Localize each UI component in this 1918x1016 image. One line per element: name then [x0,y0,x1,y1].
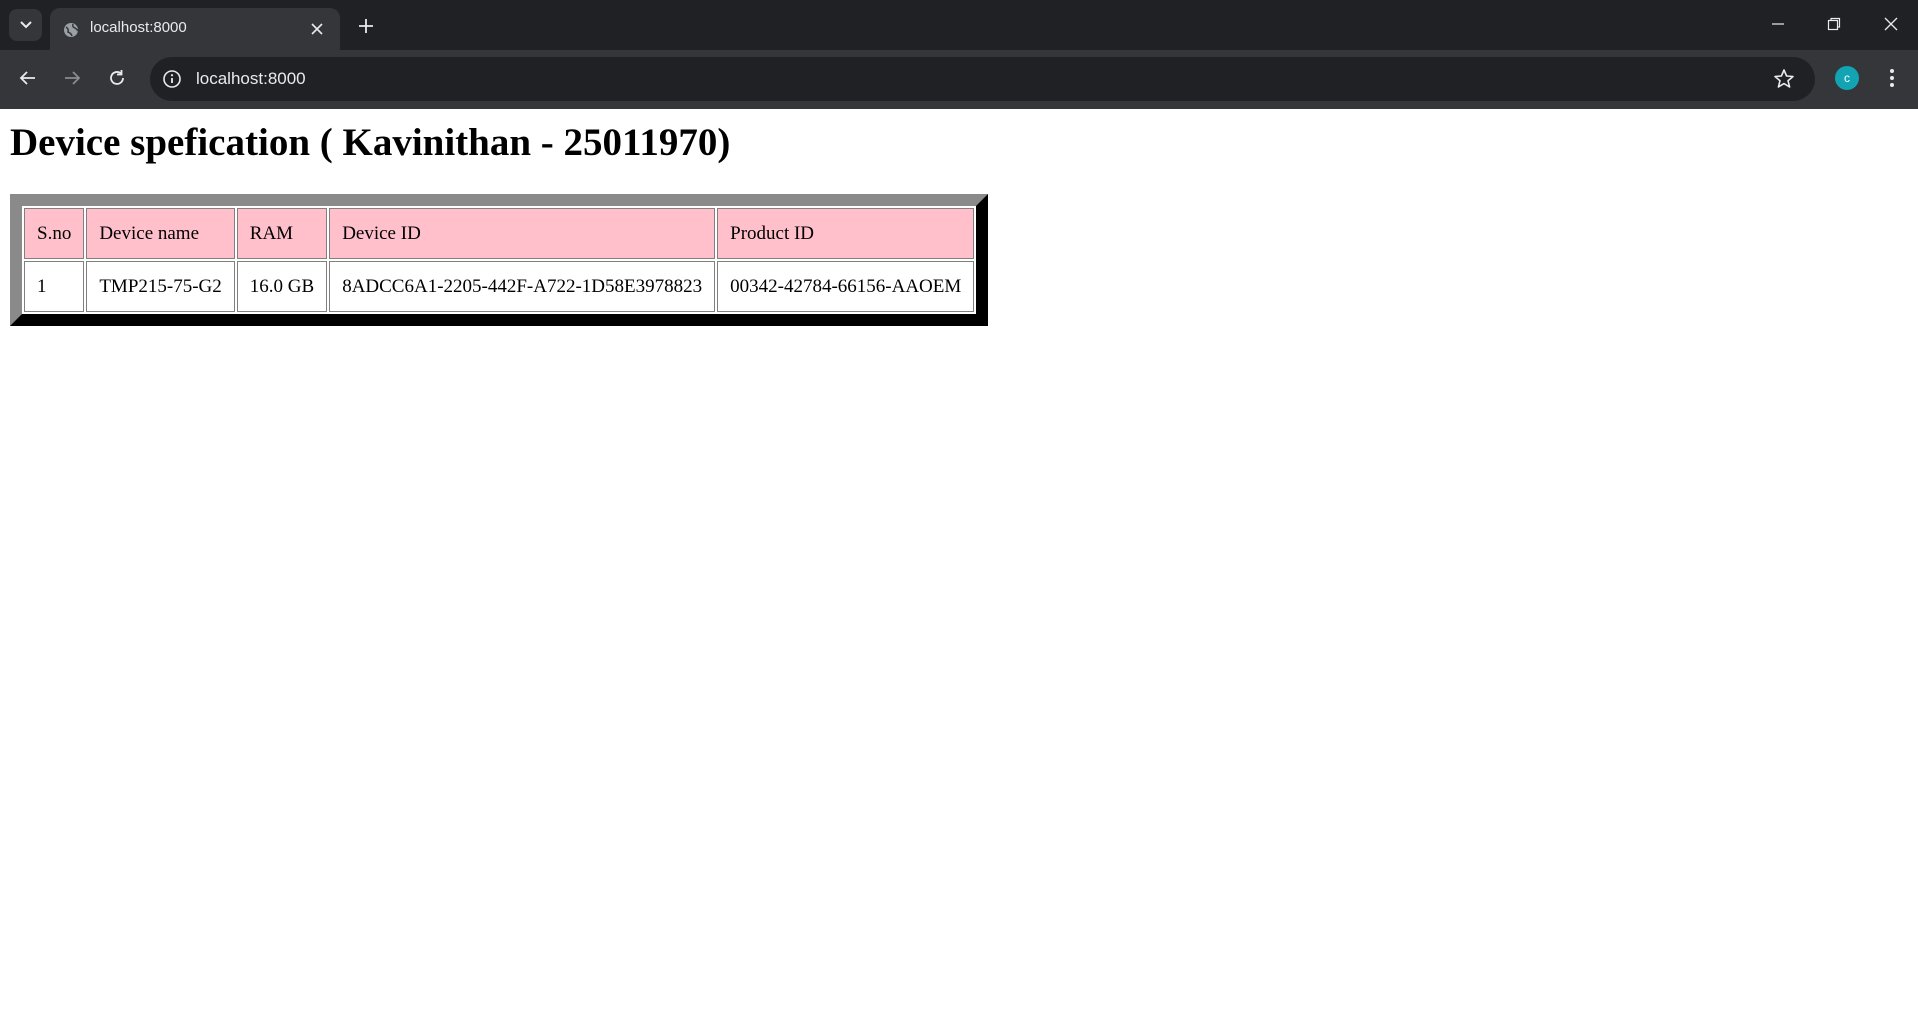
close-icon [311,23,323,35]
arrow-left-icon [19,71,35,85]
browser-toolbar: localhost:8000 c [0,50,1918,109]
cell-device-id: 8ADCC6A1-2205-442F-A722-1D58E3978823 [329,261,716,312]
tab-strip: localhost:8000 [0,0,1918,50]
more-vertical-icon [1890,69,1894,87]
tab-search-button[interactable] [9,9,42,41]
restore-button[interactable] [1819,12,1849,36]
device-spec-table: S.no Device name RAM Device ID Product I… [10,194,989,326]
close-icon [1884,17,1898,31]
header-product-id: Product ID [717,208,975,259]
arrow-right-icon [65,71,81,85]
plus-icon [359,19,373,33]
table-header-row: S.no Device name RAM Device ID Product I… [24,208,975,259]
browser-chrome: localhost:8000 localhost:8000 c [0,0,1918,109]
close-window-button[interactable] [1876,12,1906,36]
info-icon[interactable] [162,69,182,89]
chevron-down-icon [19,21,32,29]
tab-title: localhost:8000 [90,19,187,36]
new-tab-button[interactable] [354,15,378,37]
browser-menu-button[interactable] [1882,65,1902,91]
star-icon[interactable] [1772,67,1796,91]
header-sno: S.no [24,208,85,259]
tab-localhost[interactable]: localhost:8000 [50,8,340,50]
back-button[interactable] [13,63,43,93]
tab-close-button[interactable] [308,20,326,38]
forward-button[interactable] [57,63,87,93]
address-bar[interactable]: localhost:8000 [150,57,1815,101]
profile-avatar[interactable]: c [1835,66,1859,90]
header-device-name: Device name [86,208,235,259]
cell-product-id: 00342-42784-66156-AAOEM [717,261,975,312]
minimize-icon [1772,23,1784,25]
cell-sno: 1 [24,261,85,312]
reload-button[interactable] [102,63,132,93]
globe-icon [64,23,79,37]
restore-icon [1827,17,1841,31]
cell-ram: 16.0 GB [236,261,328,312]
minimize-button[interactable] [1763,12,1793,36]
cell-device-name: TMP215-75-G2 [86,261,235,312]
reload-icon [110,70,124,85]
header-device-id: Device ID [329,208,716,259]
header-ram: RAM [236,208,328,259]
page-content: Device spefication ( Kavinithan - 250119… [0,109,1918,1016]
url-text[interactable]: localhost:8000 [196,69,306,89]
page-title: Device spefication ( Kavinithan - 250119… [10,121,731,164]
table-row: 1 TMP215-75-G2 16.0 GB 8ADCC6A1-2205-442… [24,261,975,312]
